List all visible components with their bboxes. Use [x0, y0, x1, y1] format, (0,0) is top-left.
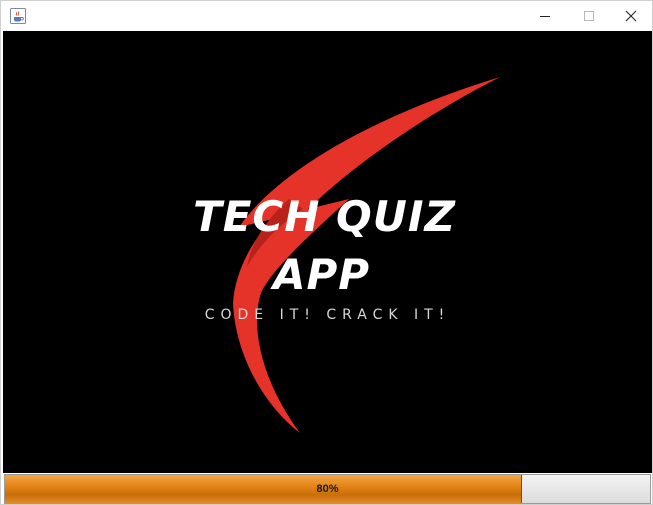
app-window: TECH QUIZ APP CODE IT! CRACK IT! 80%: [0, 0, 653, 505]
app-title-line-2: APP: [272, 250, 371, 299]
close-button[interactable]: [609, 1, 653, 31]
maximize-icon: [584, 11, 594, 21]
close-icon: [625, 10, 637, 22]
minimize-button[interactable]: [523, 1, 567, 31]
maximize-button[interactable]: [567, 1, 611, 31]
loading-progress-bar: 80%: [4, 474, 651, 504]
splash-panel: TECH QUIZ APP CODE IT! CRACK IT!: [3, 31, 652, 473]
java-cup-icon[interactable]: [10, 8, 26, 24]
minimize-icon: [540, 16, 550, 17]
app-tagline: CODE IT! CRACK IT!: [204, 307, 451, 323]
title-bar[interactable]: [1, 1, 652, 31]
app-title-line-1: TECH QUIZ: [193, 192, 456, 241]
progress-label: 80%: [316, 483, 339, 495]
